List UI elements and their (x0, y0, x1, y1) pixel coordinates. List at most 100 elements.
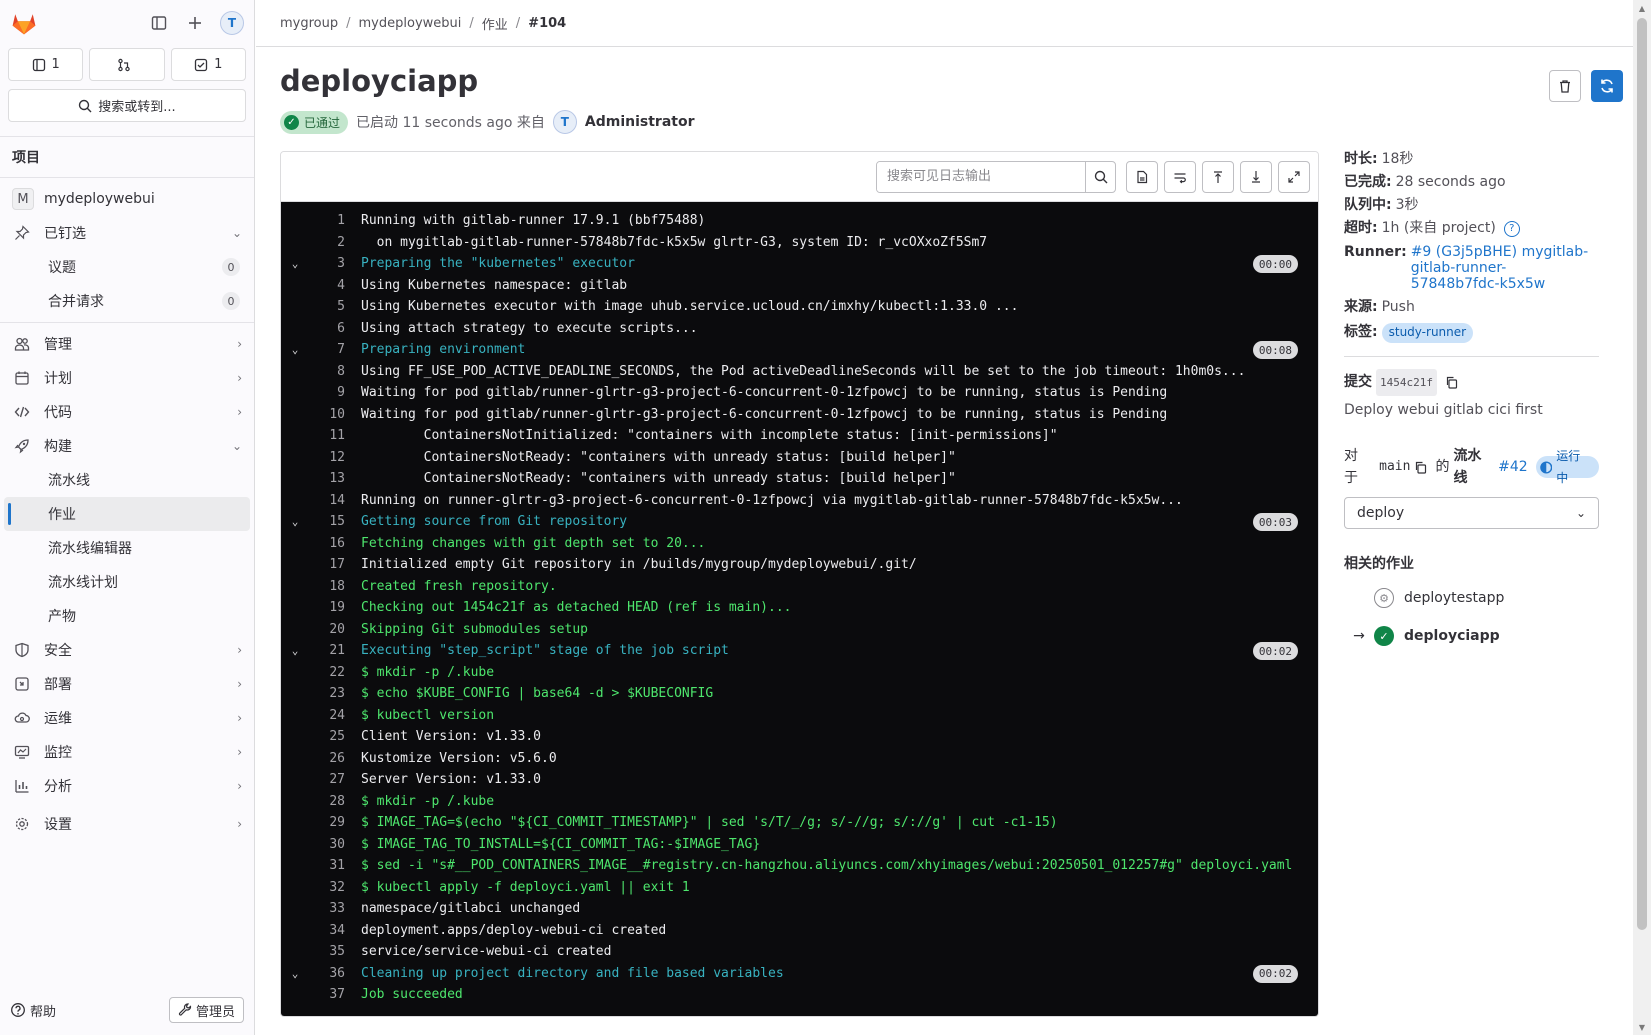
user-name-link[interactable]: Administrator (585, 114, 695, 130)
log-section-header[interactable]: ⌄ 15 Getting source from Git repository 00:… (281, 511, 1318, 533)
line-number[interactable]: 9 (309, 385, 361, 400)
line-number[interactable]: 23 (309, 686, 361, 701)
copy-icon[interactable] (1414, 461, 1427, 474)
sidebar-item-pipeline-schedules[interactable]: 流水线计划 (4, 565, 250, 599)
line-number[interactable]: 29 (309, 815, 361, 830)
issues-counter[interactable]: 1 (8, 48, 84, 81)
line-number[interactable]: 19 (309, 600, 361, 615)
chevron-down-icon[interactable]: ⌄ (281, 515, 309, 528)
retry-job-button[interactable] (1591, 70, 1623, 102)
chevron-down-icon[interactable]: ⌄ (281, 343, 309, 356)
scroll-to-top-button[interactable] (1202, 160, 1234, 193)
todos-counter[interactable]: 1 (170, 48, 246, 81)
commit-sha-link[interactable]: 1454c21f (1376, 369, 1437, 396)
log-search-input[interactable] (877, 161, 1085, 192)
line-number[interactable]: 20 (309, 622, 361, 637)
stage-dropdown[interactable]: deploy ⌄ (1344, 497, 1599, 529)
log-section-header[interactable]: ⌄ 7 Preparing environment 00:08 (281, 339, 1318, 361)
copy-icon[interactable] (1445, 376, 1458, 389)
line-number[interactable]: 32 (309, 880, 361, 895)
toggle-wrap-button[interactable] (1164, 160, 1196, 193)
line-number[interactable]: 37 (309, 987, 361, 1002)
pinned-item-issues[interactable]: 议题 0 (4, 250, 250, 284)
pipeline-link[interactable]: #42 (1498, 456, 1528, 478)
line-number[interactable]: 3 (309, 256, 361, 271)
user-avatar[interactable]: T (552, 110, 577, 134)
help-button[interactable]: 帮助 (10, 1001, 56, 1020)
create-new-icon[interactable] (184, 12, 206, 34)
line-number[interactable]: 5 (309, 299, 361, 314)
sidebar-item-pipeline-editor[interactable]: 流水线编辑器 (4, 531, 250, 565)
runner-link[interactable]: #9 (G3j5pBHE) mygitlab-gitlab-runner-578… (1411, 244, 1591, 292)
pinned-section-toggle[interactable]: 已钉选 ⌄ (0, 216, 254, 250)
log-section-header[interactable]: ⌄ 36 Cleaning up project directory and fil… (281, 963, 1318, 985)
pinned-item-merge-requests[interactable]: 合并请求 0 (4, 284, 250, 318)
line-number[interactable]: 22 (309, 665, 361, 680)
sidebar-toggle-icon[interactable] (148, 12, 170, 34)
line-number[interactable]: 12 (309, 450, 361, 465)
line-number[interactable]: 24 (309, 708, 361, 723)
chevron-down-icon[interactable]: ⌄ (281, 644, 309, 657)
line-number[interactable]: 4 (309, 278, 361, 293)
sidebar-item-deploy[interactable]: 部署 › (0, 667, 254, 701)
sidebar-item-artifacts[interactable]: 产物 (4, 599, 250, 633)
line-number[interactable]: 34 (309, 923, 361, 938)
gitlab-logo[interactable] (10, 9, 38, 37)
breadcrumb-jobs[interactable]: 作业 (482, 14, 508, 33)
status-badge[interactable]: ✓ 已通过 (280, 110, 349, 134)
line-number[interactable]: 27 (309, 772, 361, 787)
log-search-button[interactable] (1085, 161, 1115, 192)
user-avatar[interactable]: T (220, 11, 244, 35)
sidebar-item-build[interactable]: 构建 ⌄ (0, 429, 254, 463)
related-job-item[interactable]: ⚙ deploytestapp (1344, 579, 1599, 617)
breadcrumb-project[interactable]: mydeploywebui (359, 16, 462, 31)
breadcrumb-job[interactable]: #104 (528, 16, 566, 31)
line-number[interactable]: 18 (309, 579, 361, 594)
help-icon[interactable]: ? (1503, 220, 1520, 237)
breadcrumb-group[interactable]: mygroup (280, 16, 338, 31)
line-number[interactable]: 14 (309, 493, 361, 508)
sidebar-item-settings[interactable]: 设置 › (0, 807, 254, 841)
sidebar-item-pipelines[interactable]: 流水线 (4, 463, 250, 497)
line-number[interactable]: 10 (309, 407, 361, 422)
project-link[interactable]: M mydeploywebui (0, 182, 254, 216)
line-number[interactable]: 2 (309, 235, 361, 250)
line-number[interactable]: 31 (309, 858, 361, 873)
search-or-goto-button[interactable]: 搜索或转到... (8, 89, 246, 122)
line-number[interactable]: 16 (309, 536, 361, 551)
line-number[interactable]: 33 (309, 901, 361, 916)
chevron-down-icon[interactable]: ⌄ (281, 257, 309, 270)
scrollbar-thumb[interactable] (1637, 18, 1647, 930)
line-number[interactable]: 36 (309, 966, 361, 981)
sidebar-item-analyze[interactable]: 分析 › (0, 769, 254, 803)
erase-job-button[interactable] (1549, 70, 1581, 102)
scroll-down-arrow[interactable]: ▼ (1633, 1019, 1651, 1035)
line-number[interactable]: 7 (309, 342, 361, 357)
sidebar-item-monitor[interactable]: 监控 › (0, 735, 254, 769)
chevron-down-icon[interactable]: ⌄ (281, 967, 309, 980)
line-number[interactable]: 6 (309, 321, 361, 336)
page-scrollbar[interactable]: ▲ ▼ (1633, 0, 1651, 1035)
scroll-to-bottom-button[interactable] (1240, 160, 1272, 193)
merge-requests-counter[interactable] (89, 48, 165, 81)
admin-area-button[interactable]: 管理员 (168, 997, 244, 1023)
line-number[interactable]: 30 (309, 837, 361, 852)
line-number[interactable]: 11 (309, 428, 361, 443)
line-number[interactable]: 35 (309, 944, 361, 959)
line-number[interactable]: 21 (309, 643, 361, 658)
line-number[interactable]: 26 (309, 751, 361, 766)
log-section-header[interactable]: ⌄ 21 Executing "step_script" stage of the … (281, 640, 1318, 662)
sidebar-item-secure[interactable]: 安全 › (0, 633, 254, 667)
sidebar-item-code[interactable]: 代码 › (0, 395, 254, 429)
line-number[interactable]: 25 (309, 729, 361, 744)
sidebar-item-plan[interactable]: 计划 › (0, 361, 254, 395)
line-number[interactable]: 8 (309, 364, 361, 379)
fullscreen-button[interactable] (1278, 160, 1310, 193)
line-number[interactable]: 13 (309, 471, 361, 486)
scroll-up-arrow[interactable]: ▲ (1633, 0, 1651, 16)
branch-name[interactable]: main (1379, 456, 1410, 478)
line-number[interactable]: 17 (309, 557, 361, 572)
log-section-header[interactable]: ⌄ 3 Preparing the "kubernetes" executor 00:… (281, 253, 1318, 275)
line-number[interactable]: 28 (309, 794, 361, 809)
sidebar-item-jobs[interactable]: 作业 (4, 497, 250, 531)
